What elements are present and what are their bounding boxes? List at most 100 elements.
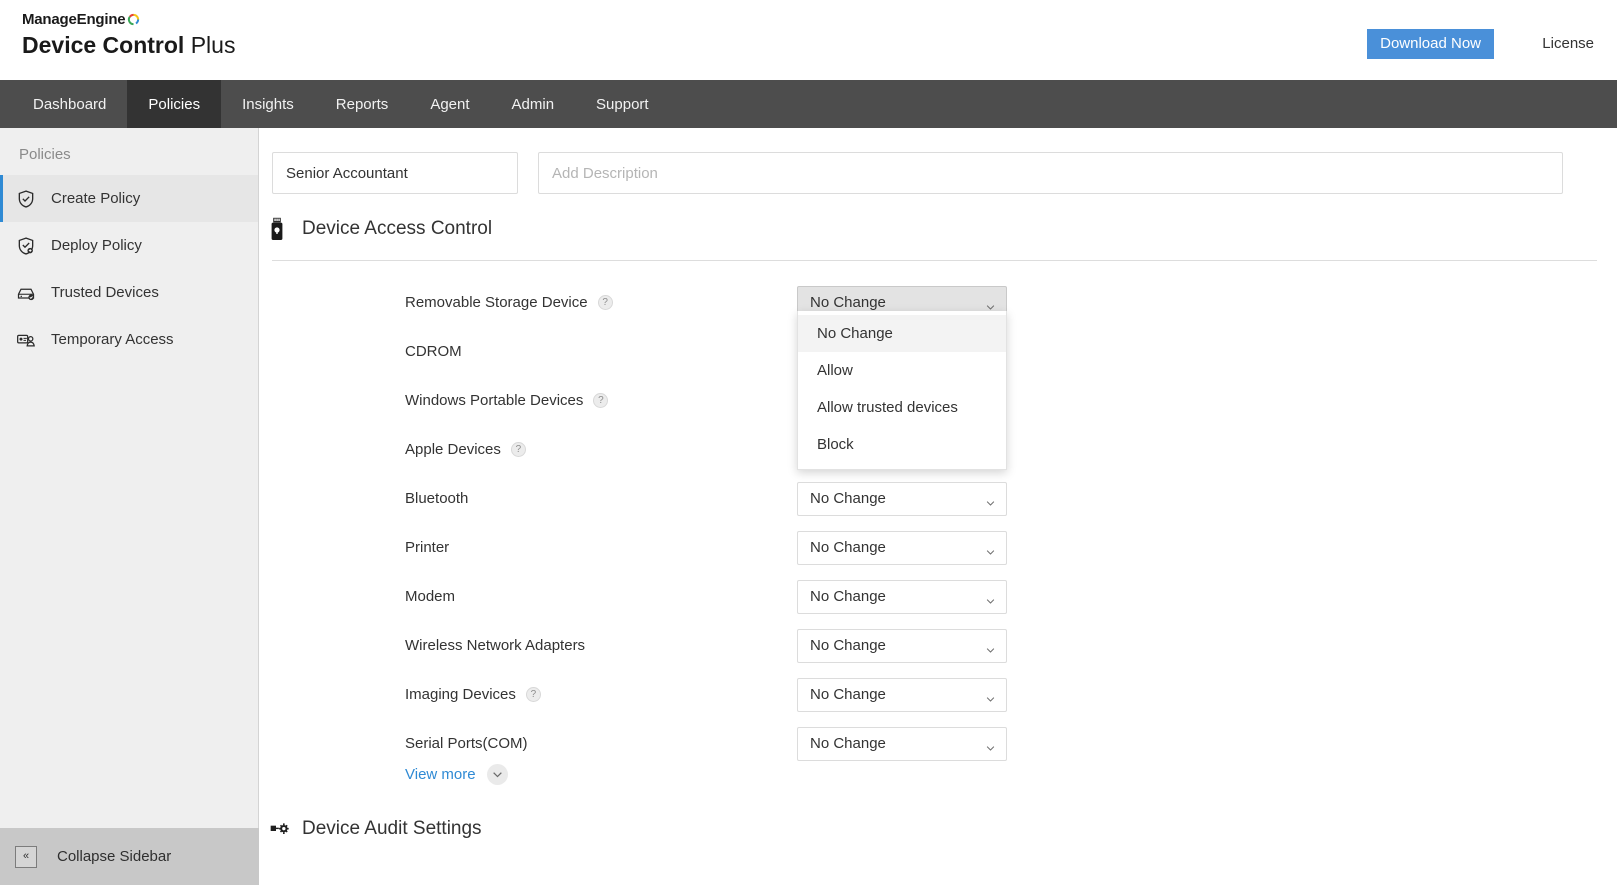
sidebar-item-label: Create Policy — [51, 190, 140, 207]
device-audit-settings-header[interactable]: Device Audit Settings — [270, 818, 482, 840]
dropdown-option-block[interactable]: Block — [798, 426, 1006, 463]
sidebar-item-label: Trusted Devices — [51, 284, 159, 301]
license-link[interactable]: License — [1542, 35, 1594, 52]
modem-select[interactable]: No Change — [797, 580, 1007, 614]
top-header-bar: ManageEngine Device Control Plus Downloa… — [0, 0, 1617, 80]
chevron-down-icon — [986, 691, 995, 700]
policy-description-input[interactable] — [538, 152, 1563, 194]
row-label: Windows Portable Devices ? — [405, 392, 608, 409]
row-label: Bluetooth — [405, 490, 468, 507]
nav-item-policies[interactable]: Policies — [127, 80, 221, 128]
help-icon[interactable]: ? — [511, 442, 526, 457]
row-label: CDROM — [405, 343, 462, 360]
trusted-device-icon — [15, 282, 37, 304]
row-label-text: CDROM — [405, 343, 462, 360]
row-label-text: Printer — [405, 539, 449, 556]
chevron-down-icon — [986, 740, 995, 749]
nav-item-admin[interactable]: Admin — [491, 80, 576, 128]
main-navigation: Dashboard Policies Insights Reports Agen… — [0, 80, 1617, 128]
wireless-network-adapters-select[interactable]: No Change — [797, 629, 1007, 663]
table-row: Bluetooth No Change — [260, 474, 1617, 523]
view-more-label: View more — [405, 766, 476, 783]
select-value: No Change — [798, 490, 886, 507]
printer-select[interactable]: No Change — [797, 531, 1007, 565]
row-label-text: Windows Portable Devices — [405, 392, 583, 409]
chevron-down-icon — [986, 593, 995, 602]
product-logo[interactable]: ManageEngine Device Control Plus — [22, 12, 235, 59]
row-label-text: Modem — [405, 588, 455, 605]
select-value: No Change — [798, 588, 886, 605]
sidebar-item-label: Temporary Access — [51, 331, 174, 348]
dropdown-option-allow-trusted-devices[interactable]: Allow trusted devices — [798, 389, 1006, 426]
chevron-down-icon — [986, 299, 995, 308]
usb-drive-icon — [270, 218, 288, 240]
help-icon[interactable]: ? — [526, 687, 541, 702]
row-label: Apple Devices ? — [405, 441, 526, 458]
sidebar-item-trusted-devices[interactable]: Trusted Devices — [0, 269, 258, 316]
chevron-down-icon — [986, 642, 995, 651]
sidebar-item-temporary-access[interactable]: Temporary Access — [0, 316, 258, 363]
row-label: Wireless Network Adapters — [405, 637, 585, 654]
main-content: Device Access Control Removable Storage … — [260, 128, 1617, 885]
policy-name-input[interactable] — [272, 152, 518, 194]
row-label-text: Apple Devices — [405, 441, 501, 458]
row-label: Imaging Devices ? — [405, 686, 541, 703]
row-label: Removable Storage Device ? — [405, 294, 613, 311]
section-title: Device Audit Settings — [302, 818, 482, 840]
row-label-text: Wireless Network Adapters — [405, 637, 585, 654]
dropdown-option-no-change[interactable]: No Change — [798, 315, 1006, 352]
product-name-bold: Device Control — [22, 32, 184, 58]
product-name-thin: Plus — [184, 32, 235, 58]
device-access-control-header: Device Access Control — [270, 218, 492, 240]
audit-settings-icon — [270, 821, 290, 837]
device-access-dropdown-menu: No Change Allow Allow trusted devices Bl… — [797, 311, 1007, 470]
nav-item-insights[interactable]: Insights — [221, 80, 315, 128]
help-icon[interactable]: ? — [598, 295, 613, 310]
manageengine-wordmark: ManageEngine — [22, 12, 235, 28]
select-value: No Change — [798, 686, 886, 703]
nav-item-support[interactable]: Support — [575, 80, 670, 128]
imaging-devices-select[interactable]: No Change — [797, 678, 1007, 712]
table-row: Imaging Devices ? No Change — [260, 670, 1617, 719]
row-label-text: Serial Ports(COM) — [405, 735, 528, 752]
product-name: Device Control Plus — [22, 31, 235, 59]
nav-item-dashboard[interactable]: Dashboard — [12, 80, 127, 128]
select-value: No Change — [798, 294, 886, 311]
nav-item-agent[interactable]: Agent — [409, 80, 490, 128]
shield-deploy-icon — [15, 235, 37, 257]
table-row: Serial Ports(COM) No Change — [260, 719, 1617, 768]
row-label-text: Bluetooth — [405, 490, 468, 507]
bluetooth-select[interactable]: No Change — [797, 482, 1007, 516]
sidebar: Policies Create Policy Deploy Policy Tru… — [0, 128, 259, 885]
select-value: No Change — [798, 539, 886, 556]
row-label: Printer — [405, 539, 449, 556]
download-now-button[interactable]: Download Now — [1367, 29, 1494, 59]
application-window: ManageEngine Device Control Plus Downloa… — [0, 0, 1617, 885]
sidebar-item-deploy-policy[interactable]: Deploy Policy — [0, 222, 258, 269]
row-label-text: Removable Storage Device — [405, 294, 588, 311]
section-divider — [272, 260, 1597, 261]
row-label: Modem — [405, 588, 455, 605]
row-label: Serial Ports(COM) — [405, 735, 528, 752]
collapse-sidebar-label: Collapse Sidebar — [57, 848, 171, 865]
chevron-down-icon — [986, 544, 995, 553]
sidebar-item-create-policy[interactable]: Create Policy — [0, 175, 258, 222]
row-label-text: Imaging Devices — [405, 686, 516, 703]
collapse-sidebar-button[interactable]: « Collapse Sidebar — [0, 828, 259, 885]
chevron-down-icon — [487, 764, 508, 785]
chevron-down-icon — [986, 495, 995, 504]
section-title: Device Access Control — [302, 218, 492, 240]
help-icon[interactable]: ? — [593, 393, 608, 408]
select-value: No Change — [798, 637, 886, 654]
table-row: Wireless Network Adapters No Change — [260, 621, 1617, 670]
select-value: No Change — [798, 735, 886, 752]
view-more-button[interactable]: View more — [405, 764, 508, 785]
serial-ports-select[interactable]: No Change — [797, 727, 1007, 761]
policy-form-row — [272, 152, 1563, 194]
manageengine-swirl-icon — [126, 12, 141, 27]
nav-item-reports[interactable]: Reports — [315, 80, 410, 128]
sidebar-title: Policies — [0, 128, 258, 175]
temporary-access-icon — [15, 329, 37, 351]
chevron-double-left-icon: « — [15, 846, 37, 868]
dropdown-option-allow[interactable]: Allow — [798, 352, 1006, 389]
